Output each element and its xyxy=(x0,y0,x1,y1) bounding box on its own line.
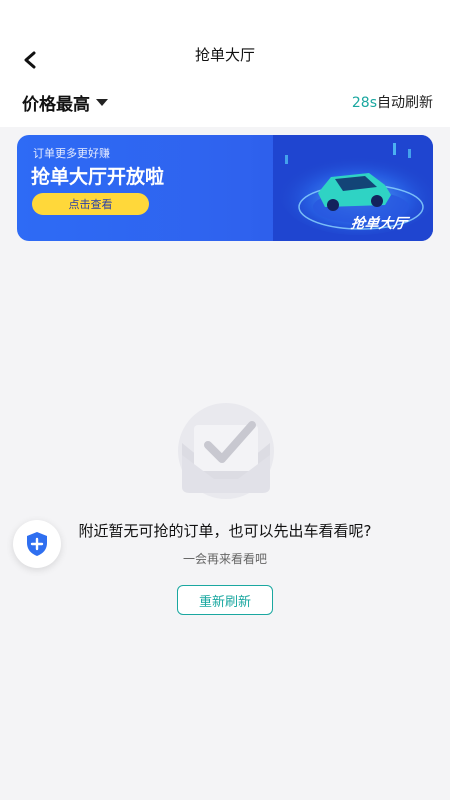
banner-art-label: 抢单大厅 xyxy=(349,216,408,232)
empty-state-hint: 一会再来看看吧 xyxy=(182,552,267,566)
top-bar: 抢单大厅 价格最高 28s自动刷新 xyxy=(0,0,450,127)
banner-cta-button[interactable]: 点击查看 xyxy=(32,193,149,215)
checkmark-tray-icon xyxy=(178,403,274,499)
shield-plus-icon xyxy=(27,532,47,556)
refresh-seconds: 28s xyxy=(351,95,377,111)
refresh-suffix: 自动刷新 xyxy=(377,95,433,111)
banner-headline: 抢单大厅开放啦 xyxy=(31,166,165,188)
caret-down-icon xyxy=(96,99,108,106)
sort-dropdown[interactable]: 价格最高 xyxy=(22,90,108,115)
sort-label: 价格最高 xyxy=(22,95,90,115)
page-title: 抢单大厅 xyxy=(194,46,255,64)
safety-shield-button[interactable] xyxy=(13,520,61,568)
banner-subtitle: 订单更多更好赚 xyxy=(33,147,110,160)
refresh-button[interactable]: 重新刷新 xyxy=(177,585,273,615)
promo-banner[interactable]: 订单更多更好赚 抢单大厅开放啦 点击查看 抢单大厅 xyxy=(17,135,433,241)
auto-refresh-timer: 28s自动刷新 xyxy=(352,92,433,112)
empty-state-message: 附近暂无可抢的订单，也可以先出车看看呢? xyxy=(78,522,372,540)
